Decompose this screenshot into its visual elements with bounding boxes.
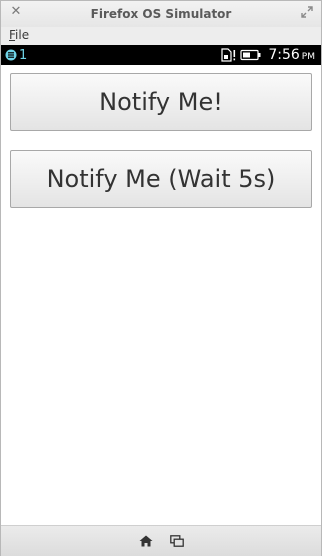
home-icon[interactable]: [139, 535, 153, 547]
notify-me-button[interactable]: Notify Me!: [10, 73, 312, 131]
status-ampm: PM: [301, 51, 315, 62]
status-time: 7:56: [268, 47, 300, 63]
notify-me-wait-button[interactable]: Notify Me (Wait 5s): [10, 150, 312, 208]
status-notifications: 1: [5, 47, 27, 63]
notification-count: 1: [19, 47, 28, 63]
window-title: Firefox OS Simulator: [90, 7, 232, 21]
status-indicators: 7:56 PM: [221, 46, 315, 64]
title-bar: ✕ Firefox OS Simulator: [1, 1, 321, 27]
software-buttons-bar: [1, 525, 321, 556]
maximize-icon[interactable]: [301, 6, 313, 18]
menu-file[interactable]: File: [9, 28, 29, 42]
status-bar[interactable]: 1 7:56 PM: [1, 45, 321, 65]
app-content: Notify Me! Notify Me (Wait 5s): [1, 65, 321, 525]
simulator-window: ✕ Firefox OS Simulator File 1 7:56 PM No…: [0, 0, 322, 556]
notification-icon: [5, 49, 17, 61]
menu-file-label: ile: [15, 28, 30, 42]
cards-view-icon[interactable]: [170, 535, 184, 547]
menu-bar: File: [1, 27, 321, 45]
sim-icon: [221, 48, 236, 62]
battery-icon: [240, 49, 261, 61]
